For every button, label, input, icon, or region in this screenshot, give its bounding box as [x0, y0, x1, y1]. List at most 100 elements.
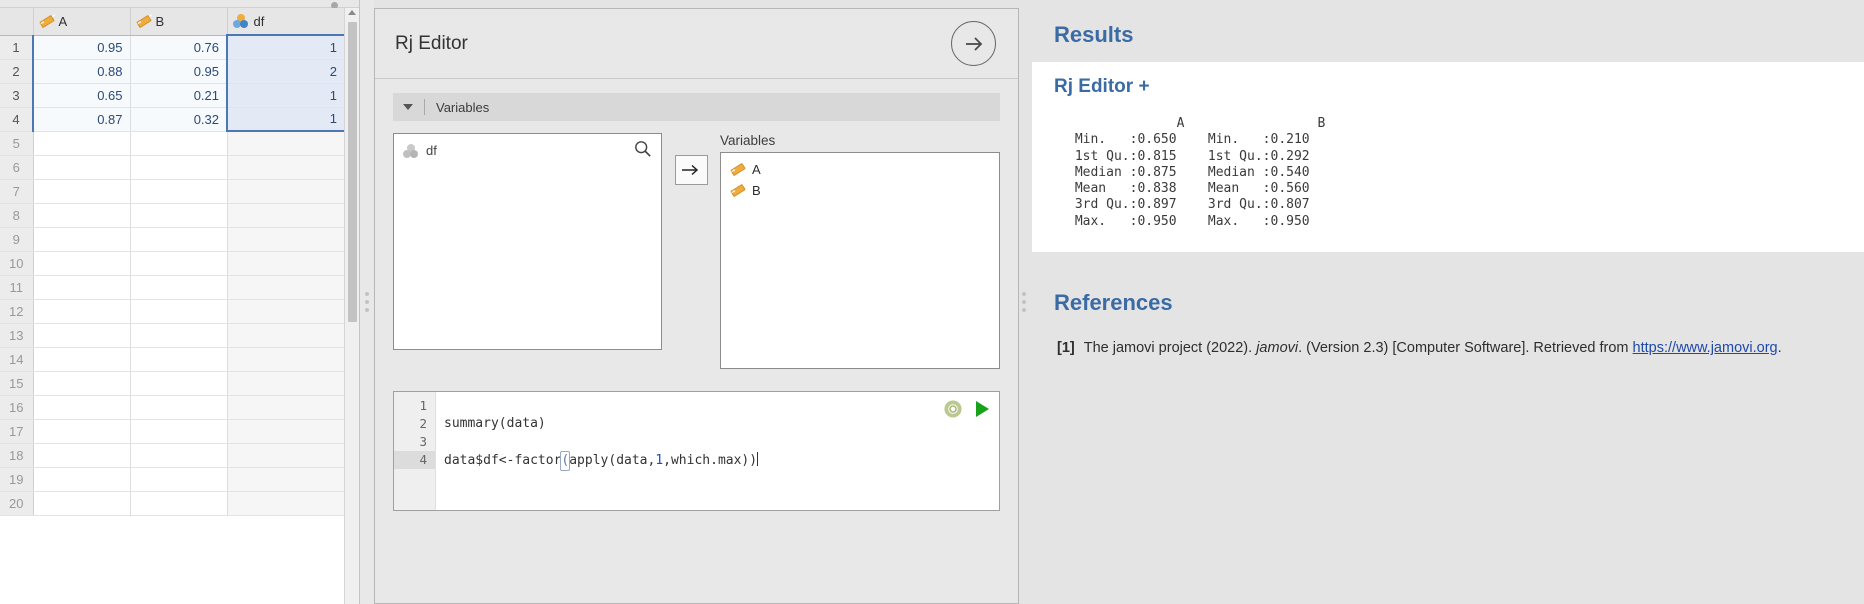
- cell-a[interactable]: [33, 203, 131, 228]
- table-row[interactable]: 8: [0, 203, 344, 228]
- cell-b[interactable]: [130, 347, 228, 372]
- table-row[interactable]: 2 0.88 0.95 2: [0, 59, 344, 84]
- cell-a[interactable]: [33, 227, 131, 252]
- cell-df[interactable]: [227, 131, 344, 156]
- cell-df[interactable]: [227, 419, 344, 444]
- cell-b[interactable]: [130, 179, 228, 204]
- cell-b[interactable]: [130, 443, 228, 468]
- cell-df[interactable]: [227, 203, 344, 228]
- cell-b[interactable]: [130, 467, 228, 492]
- cell-a[interactable]: [33, 155, 131, 180]
- cell-df[interactable]: [227, 275, 344, 300]
- row-number[interactable]: 13: [0, 323, 34, 348]
- panel-splitter-right[interactable]: [1019, 0, 1029, 604]
- row-number[interactable]: 3: [0, 83, 34, 108]
- table-row[interactable]: 14: [0, 347, 344, 372]
- code-line-3[interactable]: [444, 433, 999, 451]
- row-number[interactable]: 8: [0, 203, 34, 228]
- cell-a[interactable]: [33, 251, 131, 276]
- cell-b[interactable]: [130, 251, 228, 276]
- cell-a[interactable]: [33, 299, 131, 324]
- r-code-editor[interactable]: 1 2 3 4 summary(data) data$df<-factor(ap…: [393, 391, 1000, 511]
- cell-a[interactable]: [33, 443, 131, 468]
- row-number[interactable]: 4: [0, 107, 34, 132]
- hide-options-button[interactable]: [951, 21, 996, 66]
- variables-section-toggle[interactable]: Variables: [393, 93, 1000, 121]
- row-number[interactable]: 6: [0, 155, 34, 180]
- code-line-1[interactable]: [444, 397, 999, 415]
- cell-df[interactable]: [227, 491, 344, 516]
- table-row[interactable]: 18: [0, 443, 344, 468]
- row-number[interactable]: 11: [0, 275, 34, 300]
- cell-a[interactable]: 0.87: [32, 107, 131, 132]
- cell-df[interactable]: [227, 323, 344, 348]
- column-header-df[interactable]: df: [227, 8, 344, 36]
- gear-icon[interactable]: [944, 400, 962, 418]
- table-row[interactable]: 5: [0, 131, 344, 156]
- table-row[interactable]: 17: [0, 419, 344, 444]
- cell-a[interactable]: [33, 491, 131, 516]
- code-text-area[interactable]: summary(data) data$df<-factor(apply(data…: [436, 392, 999, 510]
- row-number[interactable]: 16: [0, 395, 34, 420]
- cell-df[interactable]: [227, 371, 344, 396]
- cell-df[interactable]: [227, 227, 344, 252]
- analysis-result-card[interactable]: Rj Editor + A B Min. :0.650 Min. :0.210 …: [1032, 62, 1864, 253]
- cell-a[interactable]: [33, 131, 131, 156]
- column-header-a[interactable]: A: [33, 8, 131, 36]
- grid-corner[interactable]: [0, 8, 34, 36]
- table-row[interactable]: 20: [0, 491, 344, 516]
- row-number[interactable]: 18: [0, 443, 34, 468]
- code-line-4[interactable]: data$df<-factor(apply(data,1,which.max)): [444, 451, 999, 471]
- cell-df[interactable]: [227, 443, 344, 468]
- list-item[interactable]: df: [394, 140, 661, 161]
- row-number[interactable]: 15: [0, 371, 34, 396]
- table-row[interactable]: 11: [0, 275, 344, 300]
- table-row[interactable]: 7: [0, 179, 344, 204]
- row-number[interactable]: 20: [0, 491, 34, 516]
- cell-df[interactable]: [227, 299, 344, 324]
- table-row[interactable]: 15: [0, 371, 344, 396]
- cell-b[interactable]: [130, 491, 228, 516]
- row-number[interactable]: 10: [0, 251, 34, 276]
- table-row[interactable]: 16: [0, 395, 344, 420]
- cell-b[interactable]: 0.76: [130, 35, 228, 60]
- table-row[interactable]: 19: [0, 467, 344, 492]
- cell-df[interactable]: [227, 467, 344, 492]
- table-row[interactable]: 3 0.65 0.21 1: [0, 83, 344, 108]
- cell-a[interactable]: 0.88: [32, 59, 131, 84]
- row-number[interactable]: 2: [0, 59, 34, 84]
- cell-b[interactable]: [130, 155, 228, 180]
- cell-b[interactable]: [130, 419, 228, 444]
- cell-df[interactable]: 1: [226, 107, 344, 132]
- list-item[interactable]: A: [721, 159, 999, 180]
- cell-b[interactable]: 0.32: [130, 107, 228, 132]
- cell-b[interactable]: [130, 227, 228, 252]
- target-variables-list[interactable]: A B: [720, 152, 1000, 369]
- reference-link[interactable]: https://www.jamovi.org: [1633, 340, 1778, 356]
- row-number[interactable]: 9: [0, 227, 34, 252]
- scroll-up-arrow-icon[interactable]: [348, 10, 356, 15]
- cell-a[interactable]: [33, 419, 131, 444]
- cell-b[interactable]: [130, 203, 228, 228]
- cell-b[interactable]: [130, 275, 228, 300]
- search-icon[interactable]: [634, 140, 652, 158]
- cell-a[interactable]: [33, 275, 131, 300]
- table-row[interactable]: 6: [0, 155, 344, 180]
- cell-df[interactable]: [227, 251, 344, 276]
- cell-a[interactable]: [33, 371, 131, 396]
- data-grid[interactable]: A B df 1 0.95 0.76 1 2 0.88 0.95 2 3 0.6…: [0, 8, 344, 516]
- cell-a[interactable]: [33, 323, 131, 348]
- column-header-b[interactable]: B: [130, 8, 228, 36]
- spreadsheet-grid-wrap[interactable]: A B df 1 0.95 0.76 1 2 0.88 0.95 2 3 0.6…: [0, 8, 344, 604]
- cell-a[interactable]: [33, 347, 131, 372]
- cell-df[interactable]: [227, 395, 344, 420]
- cell-df[interactable]: 1: [226, 35, 344, 60]
- row-number[interactable]: 19: [0, 467, 34, 492]
- cell-a[interactable]: [33, 179, 131, 204]
- row-number[interactable]: 5: [0, 131, 34, 156]
- row-number[interactable]: 12: [0, 299, 34, 324]
- table-row[interactable]: 9: [0, 227, 344, 252]
- cell-b[interactable]: 0.95: [130, 59, 228, 84]
- cell-b[interactable]: [130, 299, 228, 324]
- cell-b[interactable]: 0.21: [130, 83, 228, 108]
